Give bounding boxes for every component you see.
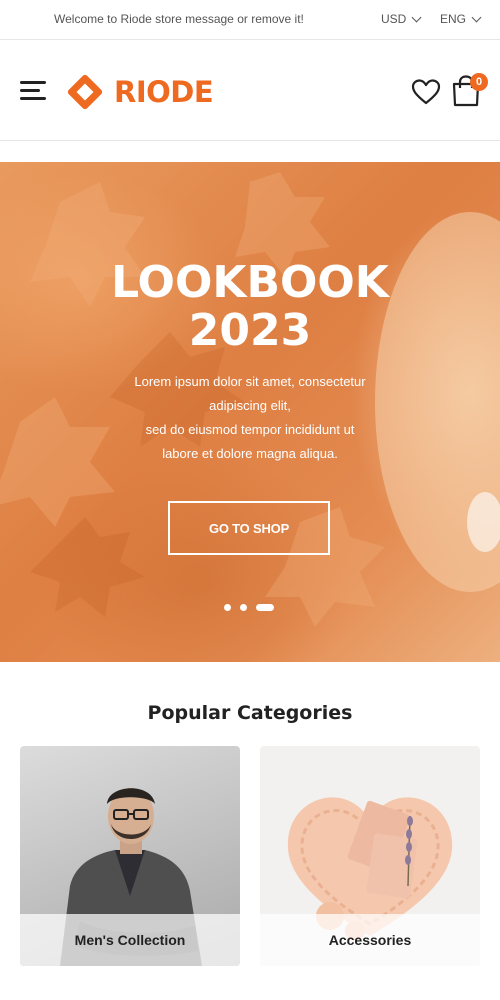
go-to-shop-button[interactable]: GO TO SHOP (168, 501, 330, 555)
currency-selector[interactable]: USD (381, 12, 422, 26)
site-logo[interactable]: RIODE (64, 71, 214, 113)
hero-description-line: Lorem ipsum dolor sit amet, consectetur (134, 374, 366, 389)
category-label: Accessories (260, 914, 480, 966)
logo-text: RIODE (114, 75, 214, 109)
hero-description-line: labore et dolore magna aliqua. (162, 446, 338, 461)
hero-title: LOOKBOOK (111, 257, 389, 308)
currency-label: USD (381, 12, 407, 26)
chevron-down-icon (411, 12, 422, 22)
top-bar: Welcome to Riode store message or remove… (0, 0, 500, 40)
slider-dot[interactable] (240, 604, 247, 611)
section-title: Popular Categories (147, 702, 353, 724)
category-card-mens-collection[interactable]: Men's Collection (20, 746, 240, 966)
hero-banner: LOOKBOOK 2023 Lorem ipsum dolor sit amet… (0, 162, 500, 662)
site-header: RIODE 0 (0, 41, 500, 141)
chevron-down-icon (471, 12, 482, 22)
language-selector[interactable]: ENG (440, 12, 482, 26)
hero-title-year: 2023 (188, 305, 312, 356)
slider-dot[interactable] (224, 604, 231, 611)
hero-description-line: sed do eiusmod tempor incididunt ut (145, 422, 355, 437)
slider-pagination (224, 604, 274, 611)
category-label: Men's Collection (20, 914, 240, 966)
category-card-accessories[interactable]: Accessories (260, 746, 480, 966)
cart-count-badge: 0 (470, 73, 488, 91)
welcome-message: Welcome to Riode store message or remove… (54, 12, 304, 26)
logo-icon (67, 74, 103, 110)
heart-icon[interactable] (411, 78, 441, 106)
slider-dot-active[interactable] (256, 604, 274, 611)
language-label: ENG (440, 12, 467, 26)
menu-icon[interactable] (20, 81, 46, 101)
hero-description-line: adipiscing elit, (209, 398, 291, 413)
